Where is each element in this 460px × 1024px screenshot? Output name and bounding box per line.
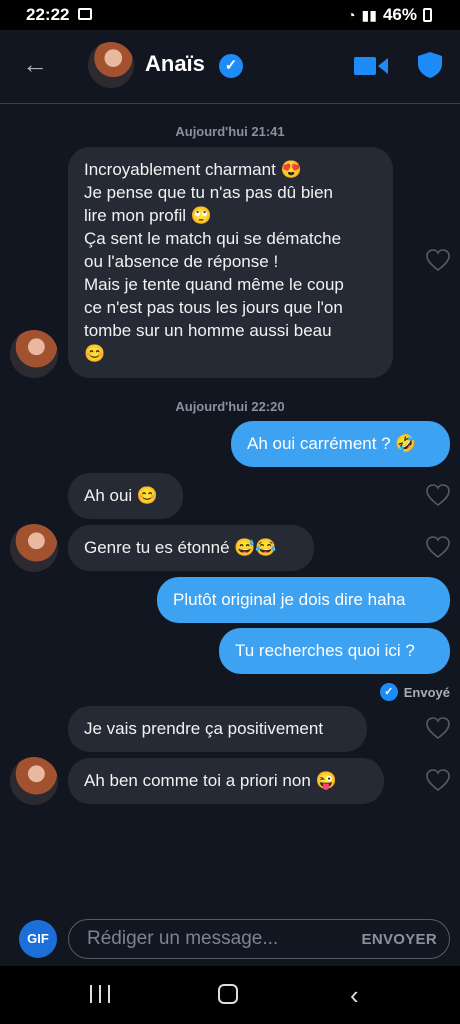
battery-icon	[423, 8, 432, 22]
heart-icon[interactable]	[426, 249, 450, 271]
message-composer: GIF Rédiger un message... ENVOYER	[0, 912, 460, 966]
status-icons: ◔ ▮▮ 46%	[347, 5, 432, 25]
sender-avatar[interactable]	[10, 757, 58, 805]
wifi-icon: ◔	[347, 7, 356, 23]
message-bubble-outgoing[interactable]: Plutôt original je dois dire haha	[157, 577, 450, 623]
chat-header: ← Anaïs ✓	[0, 30, 460, 104]
message-input-placeholder: Rédiger un message...	[87, 928, 279, 949]
sender-avatar[interactable]	[10, 524, 58, 572]
video-camera-icon[interactable]	[354, 56, 388, 76]
status-bar: 22:22 ◔ ▮▮ 46%	[0, 0, 460, 30]
timestamp-divider: Aujourd'hui 22:20	[175, 399, 285, 414]
message-bubble-outgoing[interactable]: Tu recherches quoi ici ?	[219, 628, 450, 674]
battery-percent: 46%	[382, 5, 417, 24]
recent-apps-icon[interactable]	[90, 985, 110, 1003]
arrow-left-icon[interactable]: ←	[22, 51, 48, 77]
system-back-icon[interactable]: ‹	[350, 980, 359, 1011]
heart-icon[interactable]	[426, 484, 450, 506]
message-bubble-incoming[interactable]: Genre tu es étonné 😅😂	[68, 525, 314, 571]
delivery-status-label: Envoyé	[403, 684, 450, 700]
home-icon[interactable]	[218, 984, 238, 1004]
send-button[interactable]: ENVOYER	[362, 931, 437, 948]
gif-button[interactable]: GIF	[19, 920, 57, 958]
signal-icon: ▮▮	[361, 6, 377, 23]
message-bubble-incoming[interactable]: Je vais prendre ça positivement	[68, 706, 367, 752]
system-navigation-bar: ‹	[0, 966, 460, 1024]
heart-icon[interactable]	[426, 717, 450, 739]
gallery-notification-icon	[78, 8, 92, 20]
message-bubble-outgoing[interactable]: Ah oui carrément ? 🤣	[231, 421, 450, 467]
verified-badge-icon: ✓	[219, 54, 243, 78]
message-bubble-incoming[interactable]: Ah oui 😊	[68, 473, 183, 519]
read-check-icon: ✓	[379, 683, 398, 701]
status-time: 22:22	[26, 5, 70, 24]
heart-icon[interactable]	[426, 769, 450, 791]
timestamp-divider: Aujourd'hui 21:41	[175, 124, 285, 139]
heart-icon[interactable]	[426, 536, 450, 558]
delivery-status: ✓ Envoyé	[379, 683, 450, 701]
sender-avatar[interactable]	[10, 330, 58, 378]
shield-icon[interactable]	[418, 52, 442, 78]
contact-avatar[interactable]	[88, 42, 134, 88]
contact-name[interactable]: Anaïs	[145, 51, 205, 77]
message-bubble-incoming[interactable]: Incroyablement charmant 😍 Je pense que t…	[68, 147, 393, 378]
message-bubble-incoming[interactable]: Ah ben comme toi a priori non 😜	[68, 758, 384, 804]
message-input[interactable]: Rédiger un message... ENVOYER	[68, 919, 450, 959]
